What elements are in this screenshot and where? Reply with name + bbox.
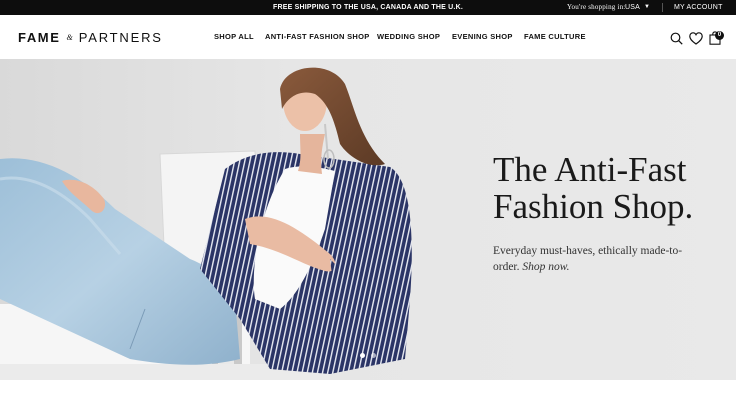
hero-title: The Anti-Fast Fashion Shop.: [493, 151, 733, 225]
shopping-in-label: You're shopping in:: [567, 3, 626, 11]
site-header: FAME & PARTNERS SHOP ALL ANTI-FAST FASHI…: [0, 15, 736, 59]
slider-dots: [360, 353, 376, 358]
shop-now-link[interactable]: Shop now.: [522, 261, 569, 273]
hero-title-line-2: Fashion Shop.: [493, 187, 694, 226]
slide-dot-1[interactable]: [360, 353, 365, 358]
search-icon[interactable]: [670, 32, 683, 45]
nav-fame-culture[interactable]: FAME CULTURE: [524, 15, 586, 59]
announcement-bar: FREE SHIPPING TO THE USA, CANADA AND THE…: [0, 0, 736, 15]
logo-mark: &: [66, 32, 73, 42]
logo-fame: FAME: [18, 29, 61, 45]
nav-evening-shop[interactable]: EVENING SHOP: [452, 15, 513, 59]
nav-shop-all[interactable]: SHOP ALL: [214, 15, 254, 59]
my-account-link[interactable]: MY ACCOUNT: [674, 0, 723, 15]
slide-dot-2[interactable]: [371, 353, 376, 358]
divider: [662, 3, 663, 12]
logo-partners: PARTNERS: [78, 29, 163, 45]
hero-banner[interactable]: The Anti-Fast Fashion Shop. Everyday mus…: [0, 59, 736, 380]
nav-wedding-shop[interactable]: WEDDING SHOP: [377, 15, 440, 59]
hero-subtitle: Everyday must-haves, ethically made-to-o…: [493, 243, 693, 275]
country-selector[interactable]: USA: [625, 0, 640, 15]
page-content-below: [0, 380, 736, 407]
nav-anti-fast-fashion-shop[interactable]: ANTI-FAST FASHION SHOP: [265, 15, 370, 59]
chevron-down-icon[interactable]: ▼: [644, 0, 650, 15]
logo[interactable]: FAME & PARTNERS: [18, 29, 163, 45]
heart-icon[interactable]: [689, 32, 703, 45]
hero-title-line-1: The Anti-Fast: [493, 150, 687, 189]
cart-count-badge: 0: [715, 31, 724, 40]
